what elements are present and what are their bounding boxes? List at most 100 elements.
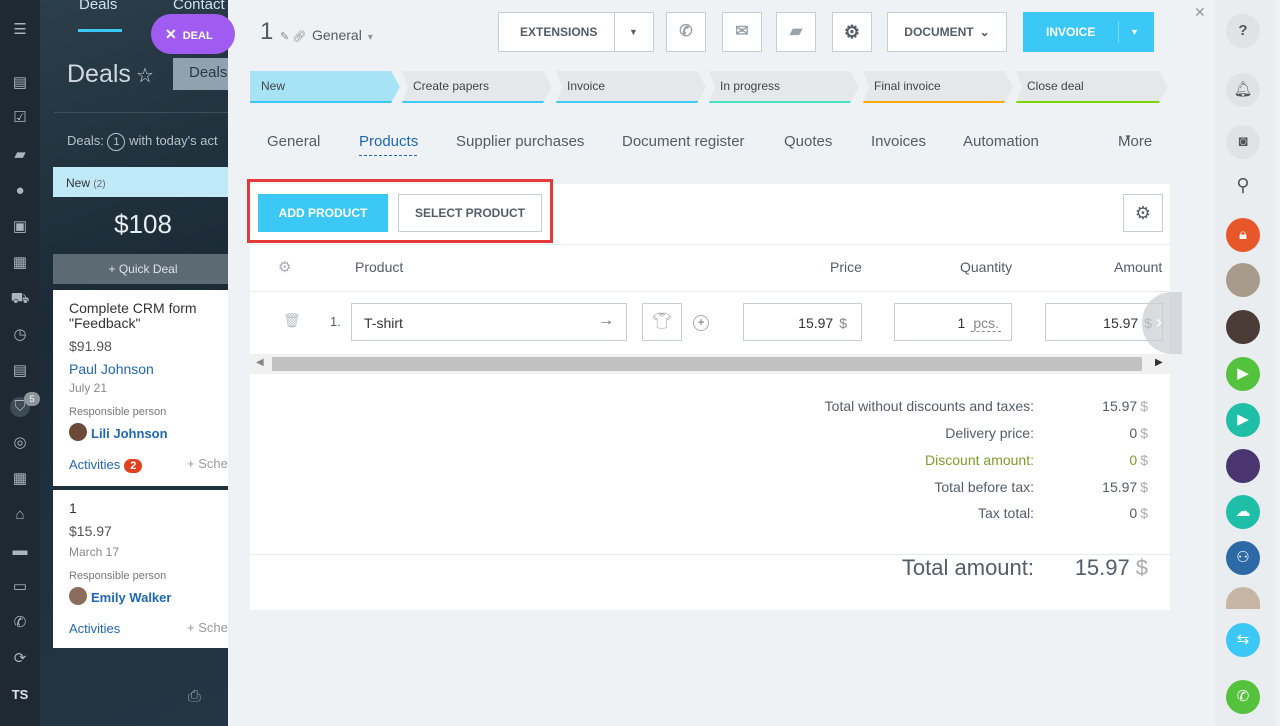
activities-link[interactable]: Activities 2 [69, 457, 143, 473]
transfer-icon[interactable]: ⇆ [1226, 623, 1260, 657]
tab-quotes[interactable]: Quotes [784, 133, 832, 150]
contacts-icon[interactable]: ▣ [10, 217, 30, 237]
tab-invoices[interactable]: Invoices [871, 133, 926, 150]
invoice-button[interactable]: INVOICE ▼ [1023, 12, 1154, 52]
tab-underline [359, 155, 417, 156]
table-settings-icon[interactable]: ⚙ [1123, 194, 1163, 232]
document-button[interactable]: DOCUMENT ⌄ [887, 12, 1007, 52]
stage-new[interactable]: New [250, 71, 400, 103]
scroll-thumb[interactable] [272, 357, 1142, 371]
sync-icon[interactable]: ⟳ [10, 649, 30, 669]
add-product-button[interactable]: ADD PRODUCT [258, 194, 388, 232]
close-icon[interactable]: ✕ [1194, 4, 1206, 21]
cart-icon[interactable]: ⛟ [10, 289, 30, 309]
sites-icon[interactable]: ▬ [10, 541, 30, 561]
groups-icon[interactable]: ● [10, 181, 30, 201]
avatar [69, 587, 87, 605]
extensions-button[interactable]: EXTENSIONS ▼ [498, 12, 654, 52]
deals-button[interactable]: Deals [173, 58, 230, 90]
card-price: $91.98 [69, 338, 112, 354]
calendar-icon[interactable]: ▦ [10, 253, 30, 273]
scroll-left-icon[interactable]: ◀ [256, 357, 264, 368]
chat-icon[interactable]: ▰ [776, 12, 816, 52]
bell-icon[interactable]: 🔔︎ [1226, 73, 1260, 107]
stage-in-progress[interactable]: In progress [709, 71, 859, 103]
select-product-button[interactable]: SELECT PRODUCT [398, 194, 542, 232]
stage-close-deal[interactable]: Close deal [1016, 71, 1168, 103]
video-icon[interactable]: ▶ [1226, 403, 1260, 437]
deal-close-badge[interactable]: ✕ DEAL [151, 14, 235, 54]
avatar[interactable] [1226, 263, 1260, 297]
card-contact[interactable]: Paul Johnson [69, 361, 154, 377]
column-settings-icon[interactable]: ⚙ [278, 258, 291, 276]
quantity-input[interactable]: 1 pcs. [894, 303, 1012, 341]
document-icon[interactable]: ▤ [10, 361, 30, 381]
schedule-link[interactable]: + Sche [187, 620, 228, 635]
product-image-icon[interactable]: 👕︎ [642, 303, 682, 341]
activities-count: 2 [124, 459, 143, 473]
video-icon[interactable]: ▶ [1226, 357, 1260, 391]
responsible-name[interactable]: Lili Johnson [91, 426, 168, 441]
trash-icon[interactable]: 🗑︎ [283, 312, 301, 329]
avatar[interactable] [1226, 310, 1260, 344]
mail-icon[interactable]: ✉ [722, 12, 762, 52]
phone-icon[interactable]: ✆ [10, 613, 30, 633]
search-icon[interactable]: ⚲ [1226, 168, 1260, 202]
feed-icon[interactable]: ▤ [10, 73, 30, 93]
apps-icon[interactable]: ▦ [10, 469, 30, 489]
deal-card[interactable]: Complete CRM form "Feedback" $91.98 Paul… [53, 290, 230, 486]
avatar[interactable] [1226, 449, 1260, 483]
tab-document-register[interactable]: Document register [622, 133, 745, 150]
products-table-header: ⚙ Product Price Quantity Amount [250, 244, 1170, 292]
clock-icon[interactable]: ◷ [10, 325, 30, 345]
store-icon[interactable]: ⌂ [10, 505, 30, 525]
tab-contacts[interactable]: Contact [173, 0, 225, 13]
chat-bubble-icon[interactable]: ◙ [1226, 125, 1260, 159]
price-input[interactable]: 15.97 $ [743, 303, 862, 341]
schedule-link[interactable]: + Sche [187, 456, 228, 471]
add-image-icon[interactable]: + [693, 315, 709, 331]
horizontal-scrollbar[interactable]: ◀ ▶ [250, 354, 1170, 374]
scroll-right-arrow[interactable]: › [1142, 292, 1182, 354]
phone-icon[interactable]: ✆ [1226, 680, 1260, 714]
deals-background: Deals Contact Deals ☆ Deals Deals: 1 wit… [40, 0, 230, 726]
column-sum: $108 [114, 209, 172, 239]
deal-card[interactable]: 1 $15.97 March 17 Responsible person Emi… [53, 490, 230, 648]
tab-products[interactable]: Products [359, 133, 418, 150]
category-select[interactable]: General ▼ [312, 27, 375, 43]
column-product: Product [355, 259, 404, 275]
scroll-right-icon[interactable]: ▶ [1155, 357, 1163, 368]
stage-invoice[interactable]: Invoice [556, 71, 706, 103]
edit-icon[interactable]: ✎ 🔗︎ [280, 30, 306, 43]
quick-deal-button[interactable]: + Quick Deal [53, 254, 230, 284]
column-quantity: Quantity [960, 259, 1013, 275]
tab-deals[interactable]: Deals [79, 0, 117, 13]
total-row: Tax total: 0 $ [977, 505, 1148, 521]
print-icon[interactable]: ⎙ [188, 688, 201, 706]
lock-icon[interactable]: 🔒︎ [1226, 218, 1260, 252]
cloud-icon[interactable]: ☁ [1226, 495, 1260, 529]
deal-tabs: General Products Supplier purchases Docu… [250, 133, 1170, 163]
group-chat-icon[interactable]: ⚇ [1226, 541, 1260, 575]
tab-supplier-purchases[interactable]: Supplier purchases [456, 133, 584, 150]
help-icon[interactable]: ? [1226, 14, 1260, 48]
activities-link[interactable]: Activities [69, 621, 120, 636]
stage-final-invoice[interactable]: Final invoice [863, 71, 1013, 103]
window-icon[interactable]: ▭ [10, 577, 30, 597]
stage-create-papers[interactable]: Create papers [402, 71, 552, 103]
card-title: 1 [69, 500, 77, 516]
deal-number: 1 [260, 18, 274, 45]
chat-icon[interactable]: ▰ [10, 145, 30, 165]
product-name-input[interactable]: T-shirt → [351, 303, 627, 341]
menu-icon[interactable]: ☰ [10, 20, 30, 40]
user-initials[interactable]: TS [10, 685, 30, 705]
star-icon[interactable]: ☆ [136, 63, 154, 88]
responsible-name[interactable]: Emily Walker [91, 590, 171, 605]
tab-general[interactable]: General [267, 133, 320, 150]
call-icon[interactable]: ✆ [666, 12, 706, 52]
tab-automation[interactable]: Automation [963, 133, 1039, 150]
settings-icon[interactable]: ⚙ [832, 12, 872, 52]
target-icon[interactable]: ◎ [10, 433, 30, 453]
tasks-icon[interactable]: ☑ [10, 108, 30, 128]
kanban-column-new[interactable]: New (2) [53, 167, 230, 197]
